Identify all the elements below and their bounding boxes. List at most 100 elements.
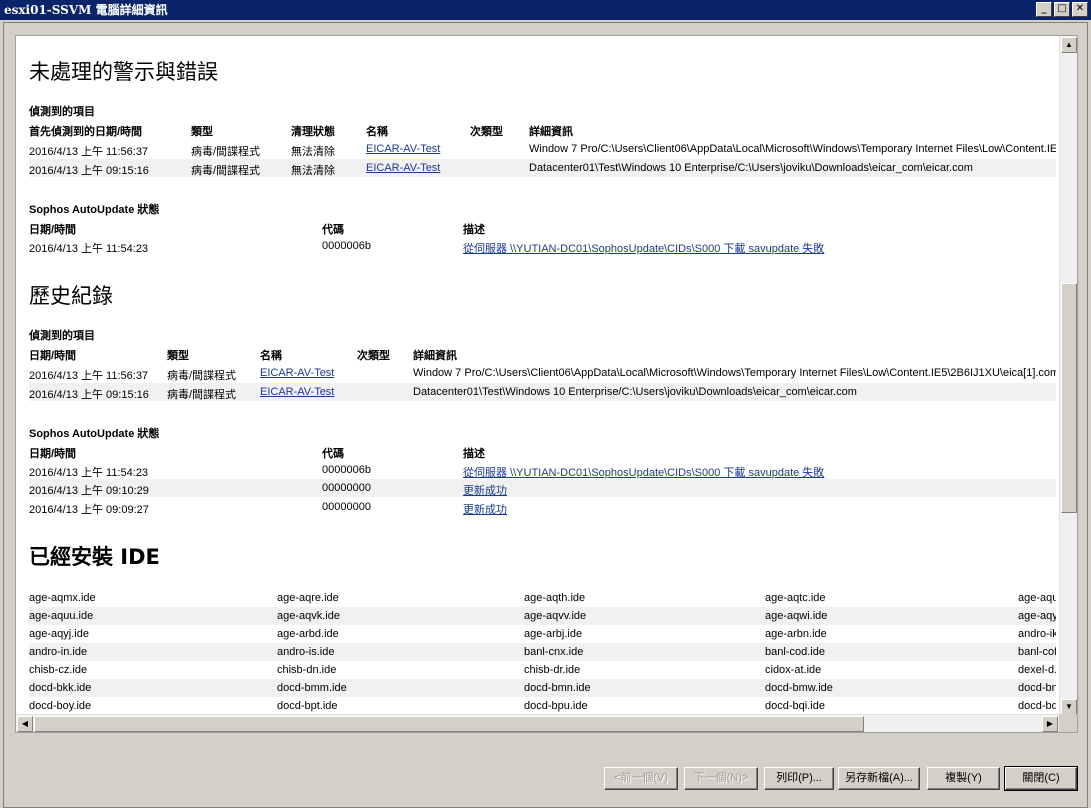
scrollbar-corner [1059, 714, 1077, 732]
ide-file: cidox-at.ide [765, 664, 822, 676]
column-header: 清理狀態 [291, 126, 335, 138]
details-page: 未處理的警示與錯誤 偵測到的項目 首先偵測到的日期/時間 類型 清理狀態 名稱 … [16, 36, 1056, 716]
horizontal-scroll-thumb[interactable] [34, 716, 864, 732]
ide-file: andro-is.ide [277, 646, 335, 658]
ide-file: age-aqtc.ide [765, 592, 826, 604]
ide-file: age-arbj.ide [524, 628, 583, 640]
column-header: 詳細資訊 [413, 350, 457, 362]
column-header: 日期/時間 [29, 448, 77, 460]
code-cell: 0000006b [322, 464, 371, 476]
ide-file: banl-cnx.ide [524, 646, 584, 658]
scroll-down-arrow-icon[interactable]: ▼ [1061, 699, 1077, 715]
code-cell: 00000000 [322, 501, 371, 513]
history-heading: 歷史紀錄 [29, 284, 113, 308]
description-link[interactable]: 更新成功 [463, 482, 507, 498]
description-link[interactable]: 從伺服器 \\YUTIAN-DC01\SophosUpdate\CIDs\S00… [463, 240, 824, 256]
copy-button[interactable]: 複製(Y) [927, 767, 1000, 790]
ide-file: andro-in.ide [29, 646, 88, 658]
column-header: 名稱 [260, 350, 282, 362]
horizontal-scrollbar[interactable]: ◀ ▶ [16, 714, 1077, 732]
ide-row: age-aqmx.ide age-aqre.ide age-aqth.ide a… [29, 589, 1056, 607]
next-button[interactable]: 下一個(N)> [684, 767, 758, 790]
ide-row: docd-boy.ide docd-bpt.ide docd-bpu.ide d… [29, 697, 1056, 715]
clean-status-cell: 無法清除 [291, 165, 335, 177]
ide-file: age-aqmx.ide [29, 592, 96, 604]
table-row: 2016/4/13 上午 09:09:27 00000000 更新成功 [29, 498, 1056, 516]
ide-file: chisb-dr.ide [524, 664, 581, 676]
history-detected-heading: 偵測到的項目 [29, 330, 95, 342]
threat-name-link[interactable]: EICAR-AV-Test [366, 143, 440, 155]
scroll-up-arrow-icon[interactable]: ▲ [1061, 37, 1077, 53]
threat-name-link[interactable]: EICAR-AV-Test [260, 386, 334, 398]
window-controls: _ □ ✕ [1036, 2, 1088, 17]
close-window-button[interactable]: ✕ [1072, 2, 1088, 17]
ide-file: age-aquu.ide [29, 610, 94, 622]
scroll-right-arrow-icon[interactable]: ▶ [1042, 716, 1058, 732]
date-cell: 2016/4/13 上午 11:56:37 [29, 146, 149, 158]
ide-file: docd-bmw.ide [765, 682, 833, 694]
column-header: 首先偵測到的日期/時間 [29, 126, 143, 138]
table-row: 2016/4/13 上午 09:15:16 病毒/間諜程式 EICAR-AV-T… [29, 383, 1056, 401]
column-header: 代碼 [322, 224, 344, 236]
ide-file: docd-bpu.ide [524, 700, 588, 712]
threat-name-link[interactable]: EICAR-AV-Test [260, 367, 334, 379]
description-link[interactable]: 從伺服器 \\YUTIAN-DC01\SophosUpdate\CIDs\S00… [463, 464, 824, 480]
column-header: 次類型 [357, 350, 390, 362]
maximize-button[interactable]: □ [1054, 2, 1070, 17]
alerts-heading: 未處理的警示與錯誤 [29, 60, 218, 84]
ide-file: age-aqth.ide [524, 592, 586, 604]
ide-file: docd-bqi.ide [765, 700, 825, 712]
previous-button[interactable]: <前一個(V) [604, 767, 678, 790]
type-cell: 病毒/間諜程式 [191, 146, 261, 158]
description-link[interactable]: 更新成功 [463, 501, 507, 517]
close-button[interactable]: 關閉(C) [1004, 766, 1078, 791]
table-row: 2016/4/13 上午 11:54:23 0000006b 從伺服器 \\YU… [29, 461, 1056, 479]
date-cell: 2016/4/13 上午 11:54:23 [29, 243, 149, 255]
detail-cell: Datacenter01\Test\Windows 10 Enterprise/… [529, 162, 973, 174]
date-cell: 2016/4/13 上午 09:15:16 [29, 165, 149, 177]
vertical-scrollbar[interactable]: ▲ ▼ [1059, 36, 1077, 716]
button-bar: <前一個(V) 下一個(N)> 列印(P)... 另存新檔(A)... 複製(Y… [4, 766, 1087, 791]
ide-file: age-aqwi.ide [765, 610, 828, 622]
ide-file: age-aqvk.ide [277, 610, 340, 622]
history-table-header: 日期/時間 類型 名稱 次類型 詳細資訊 [29, 344, 1056, 362]
table-row: 2016/4/13 上午 09:15:16 病毒/間諜程式 無法清除 EICAR… [29, 159, 1056, 177]
ide-row: docd-bkk.ide docd-bmm.ide docd-bmn.ide d… [29, 679, 1056, 697]
date-cell: 2016/4/13 上午 11:54:23 [29, 467, 149, 479]
minimize-button[interactable]: _ [1036, 2, 1052, 17]
update-table-header: 日期/時間 代碼 描述 [29, 442, 1056, 460]
column-header: 次類型 [470, 126, 503, 138]
type-cell: 病毒/間諜程式 [191, 165, 261, 177]
column-header: 類型 [167, 350, 189, 362]
print-button[interactable]: 列印(P)... [764, 767, 834, 790]
type-cell: 病毒/間諜程式 [167, 370, 237, 382]
ide-file: banl-cod.ide [765, 646, 825, 658]
threat-name-link[interactable]: EICAR-AV-Test [366, 162, 440, 174]
ide-file: dexel-d.i [1018, 664, 1056, 676]
vertical-scroll-thumb[interactable] [1061, 283, 1077, 513]
ide-file: age-aqu [1018, 592, 1056, 604]
details-panel: 未處理的警示與錯誤 偵測到的項目 首先偵測到的日期/時間 類型 清理狀態 名稱 … [15, 35, 1078, 733]
code-cell: 0000006b [322, 240, 371, 252]
ide-file: docd-bpt.ide [277, 700, 338, 712]
date-cell: 2016/4/13 上午 09:09:27 [29, 504, 149, 516]
code-cell: 00000000 [322, 482, 371, 494]
ide-file: chisb-cz.ide [29, 664, 88, 676]
ide-row: age-aquu.ide age-aqvk.ide age-aqvv.ide a… [29, 607, 1056, 625]
column-header: 描述 [463, 448, 485, 460]
save-as-button[interactable]: 另存新檔(A)... [838, 767, 920, 790]
window-title: esxi01-SSVM 電腦詳細資訊 [4, 3, 168, 17]
detail-cell: Window 7 Pro/C:\Users\Client06\AppData\L… [529, 143, 1056, 155]
alerts-detected-heading: 偵測到的項目 [29, 106, 95, 118]
ide-file: age-aqre.ide [277, 592, 339, 604]
ide-file: docd-boy.ide [29, 700, 92, 712]
scroll-left-arrow-icon[interactable]: ◀ [17, 716, 33, 732]
table-row: 2016/4/13 上午 09:10:29 00000000 更新成功 [29, 479, 1056, 497]
column-header: 日期/時間 [29, 350, 77, 362]
ide-file: docd-bn [1018, 682, 1056, 694]
detail-cell: Window 7 Pro/C:\Users\Client06\AppData\L… [413, 367, 1056, 379]
ide-file: age-aqyj.ide [29, 628, 89, 640]
date-cell: 2016/4/13 上午 09:15:16 [29, 389, 149, 401]
ide-file: docd-bmn.ide [524, 682, 591, 694]
column-header: 類型 [191, 126, 213, 138]
